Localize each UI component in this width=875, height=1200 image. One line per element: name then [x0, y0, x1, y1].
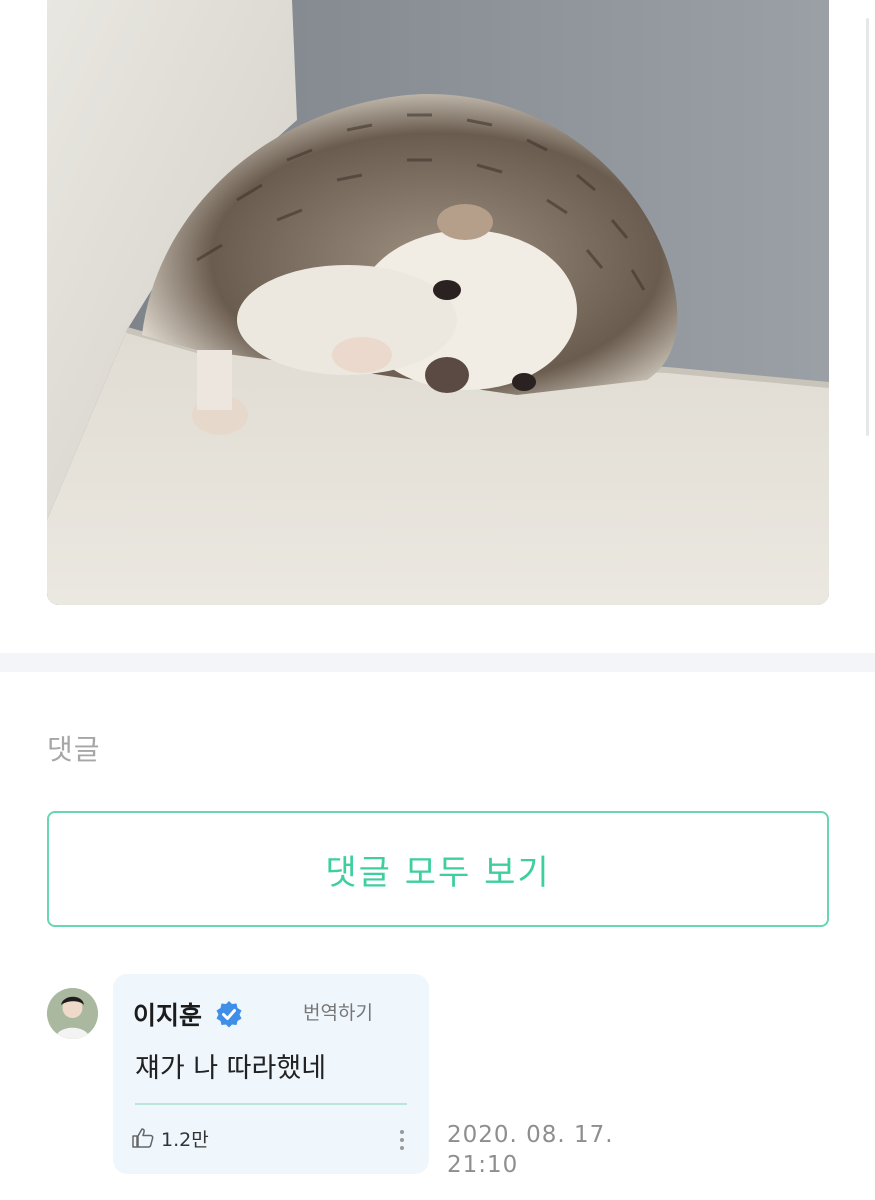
more-vertical-icon[interactable] — [395, 1127, 409, 1153]
comment-author-name[interactable]: 이지훈 — [133, 996, 202, 1032]
comments-heading: 댓글 — [47, 733, 101, 766]
comment-date: 2020. 08. 17. 21:10 — [447, 1120, 617, 1180]
hedgehog-photo — [47, 0, 829, 605]
thumbs-up-icon — [132, 1128, 154, 1148]
verified-badge-icon — [216, 1001, 242, 1028]
like-button[interactable]: 1.2만 — [131, 1124, 209, 1152]
post-image[interactable] — [47, 0, 829, 605]
comment-text: 쟤가 나 따라했네 — [135, 1053, 327, 1084]
comment-bubble: 이지훈 번역하기 쟤가 나 따라했네 1.2만 — [113, 974, 429, 1174]
section-divider — [0, 653, 875, 672]
comment-date-day: 2020. 08. 17. — [447, 1122, 614, 1148]
translate-button[interactable]: 번역하기 — [303, 998, 373, 1025]
avatar-image — [47, 988, 98, 1039]
like-count: 1.2만 — [161, 1128, 209, 1151]
comment-divider — [135, 1103, 407, 1105]
avatar[interactable] — [47, 988, 98, 1039]
comment-date-time: 21:10 — [447, 1152, 519, 1178]
view-all-comments-button[interactable]: 댓글 모두 보기 — [47, 811, 829, 927]
scrollbar[interactable] — [866, 18, 869, 436]
